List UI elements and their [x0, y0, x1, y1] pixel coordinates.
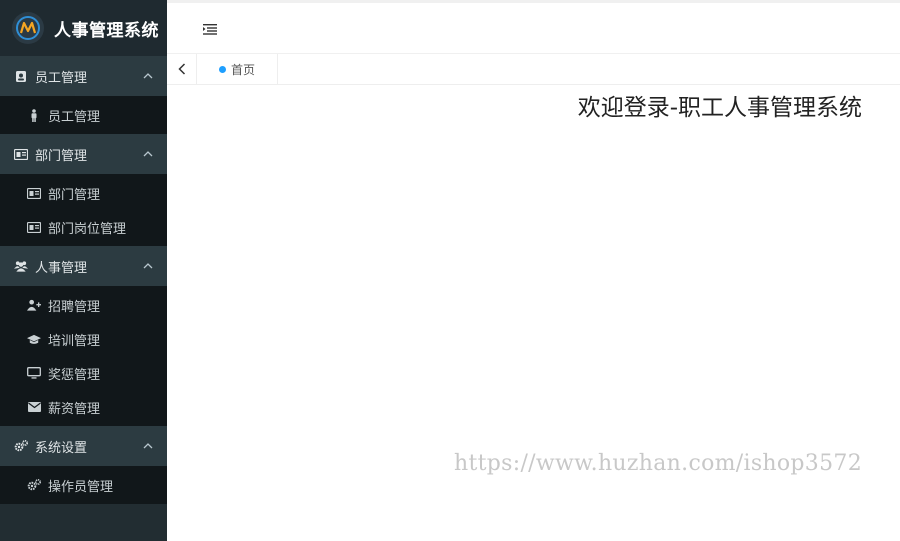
sidebar-item-label: 薪资管理 [48, 401, 101, 417]
watermark-text: https://www.huzhan.com/ishop3572 [454, 451, 862, 476]
logo-bar: 人事管理系统 [0, 0, 167, 56]
sidebar-item-label: 招聘管理 [48, 299, 101, 315]
gears-icon [14, 439, 28, 453]
tab-home[interactable]: 首页 [197, 53, 279, 85]
id-card-icon [27, 186, 41, 200]
active-dot-icon [219, 65, 226, 73]
top-header [167, 0, 900, 54]
id-card-icon [14, 147, 28, 161]
tab-scroll-left-button[interactable] [167, 53, 197, 85]
sidebar-item-operator[interactable]: 操作员管理 [0, 468, 167, 502]
sidebar-item-training[interactable]: 培训管理 [0, 322, 167, 356]
menu-group-system-settings[interactable]: 系统设置 [0, 426, 167, 466]
envelope-icon [27, 400, 41, 414]
chevron-up-icon [143, 151, 153, 157]
sidebar-item-label: 部门岗位管理 [48, 221, 127, 237]
id-card-icon [27, 220, 41, 234]
menu-group-employee[interactable]: 员工管理 [0, 56, 167, 96]
sidebar-item-label: 培训管理 [48, 333, 101, 349]
sidebar-item-label: 操作员管理 [48, 479, 114, 495]
chevron-up-icon [143, 263, 153, 269]
tab-home-label: 首页 [231, 62, 256, 77]
sidebar: 人事管理系统 员工管理 员工管理 部门管理 部门管理 部门岗位管理 人事管理 招… [0, 0, 167, 541]
users-icon [14, 259, 28, 273]
user-plus-icon [27, 298, 41, 312]
sidebar-item-label: 部门管理 [48, 187, 101, 203]
menu-group-label: 部门管理 [35, 148, 88, 164]
chevron-up-icon [143, 443, 153, 449]
submenu-employee: 员工管理 [0, 96, 167, 134]
welcome-heading: 欢迎登录-职工人事管理系统 [577, 95, 862, 121]
sidebar-item-recruitment[interactable]: 招聘管理 [0, 288, 167, 322]
sidebar-item-department-position[interactable]: 部门岗位管理 [0, 210, 167, 244]
tab-bar: 首页 [167, 53, 900, 85]
monitor-icon [27, 366, 41, 380]
logo-icon [12, 12, 44, 44]
submenu-system-settings: 操作员管理 [0, 466, 167, 504]
sidebar-item-salary[interactable]: 薪资管理 [0, 390, 167, 424]
menu-group-personnel[interactable]: 人事管理 [0, 246, 167, 286]
id-badge-icon [14, 69, 28, 83]
menu-group-department[interactable]: 部门管理 [0, 134, 167, 174]
person-icon [27, 108, 41, 122]
chevron-up-icon [143, 73, 153, 79]
menu-group-label: 员工管理 [35, 70, 88, 86]
menu-toggle-icon[interactable] [203, 23, 217, 35]
sidebar-item-department[interactable]: 部门管理 [0, 176, 167, 210]
sidebar-item-employee[interactable]: 员工管理 [0, 98, 167, 132]
chevron-left-icon [177, 63, 185, 75]
sidebar-item-rewards[interactable]: 奖惩管理 [0, 356, 167, 390]
sidebar-item-label: 员工管理 [48, 109, 101, 125]
app-title: 人事管理系统 [54, 20, 159, 41]
sidebar-item-label: 奖惩管理 [48, 367, 101, 383]
submenu-department: 部门管理 部门岗位管理 [0, 174, 167, 246]
graduation-cap-icon [27, 332, 41, 346]
menu-group-label: 人事管理 [35, 260, 88, 276]
gears-icon [27, 478, 41, 492]
menu-group-label: 系统设置 [35, 440, 88, 456]
submenu-personnel: 招聘管理 培训管理 奖惩管理 薪资管理 [0, 286, 167, 426]
